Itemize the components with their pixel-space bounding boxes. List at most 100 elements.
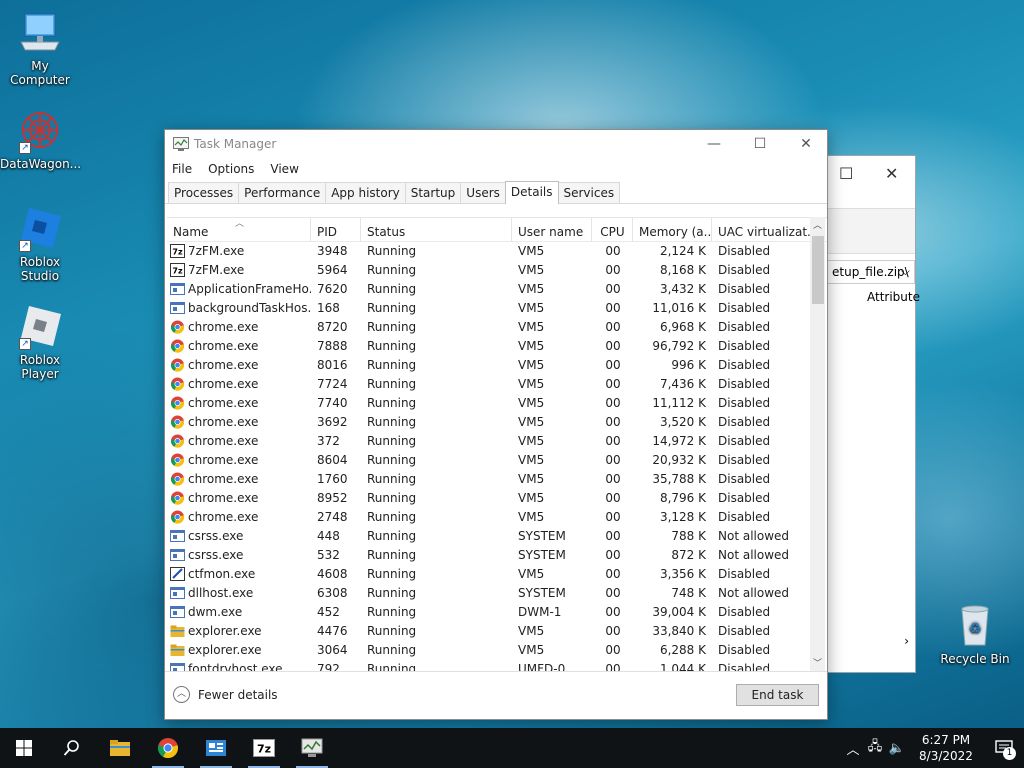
tab-processes[interactable]: Processes — [168, 182, 240, 203]
background-window-address-bar[interactable]: etup_file.zip\ ⌵ — [827, 260, 915, 284]
cell-status: Running — [367, 358, 417, 372]
table-row[interactable]: chrome.exe 8016 Running VM5 00 996 K Disabled — [167, 356, 827, 375]
table-row[interactable]: explorer.exe 4476 Running VM5 00 33,840 K Disa… — [167, 622, 827, 641]
cell-pid: 168 — [317, 301, 340, 315]
end-task-button[interactable]: End task — [736, 684, 819, 706]
process-name: chrome.exe — [188, 339, 259, 353]
chevron-down-icon[interactable]: ﹀ — [810, 657, 825, 672]
chrome-icon — [170, 415, 188, 429]
app-window-icon — [170, 605, 188, 619]
tab-users[interactable]: Users — [460, 182, 506, 203]
column-header-attribute[interactable]: Attribute — [867, 290, 920, 304]
menu-view[interactable]: View — [270, 158, 304, 182]
menu-file[interactable]: File — [172, 158, 198, 182]
desktop-icon-datawagon[interactable]: ↗ DataWagon... — [0, 108, 81, 171]
table-row[interactable]: chrome.exe 1760 Running VM5 00 35,788 K Disabl… — [167, 470, 827, 489]
taskbar-file-explorer[interactable] — [96, 728, 144, 768]
table-row[interactable]: csrss.exe 448 Running SYSTEM 00 788 K Not allo… — [167, 527, 827, 546]
taskbar-app[interactable] — [192, 728, 240, 768]
desktop-icon-label: Roblox Player — [19, 353, 61, 381]
taskbar-task-manager[interactable] — [288, 728, 336, 768]
maximize-icon[interactable]: ☐ — [737, 130, 783, 158]
notification-center-button[interactable]: 1 — [984, 728, 1024, 768]
fewer-details-button[interactable]: ︿ Fewer details — [173, 686, 278, 703]
table-row[interactable]: explorer.exe 3064 Running VM5 00 6,288 K Disab… — [167, 641, 827, 660]
table-row[interactable]: chrome.exe 372 Running VM5 00 14,972 K Disable… — [167, 432, 827, 451]
desktop-icon-recycle-bin[interactable]: ♻ Recycle Bin — [935, 603, 1015, 666]
computer-icon — [17, 10, 63, 56]
column-header-cpu[interactable]: CPU — [592, 218, 633, 242]
roblox-studio-icon: ↗ — [17, 206, 63, 252]
table-row[interactable]: chrome.exe 7724 Running VM5 00 7,436 K Disable… — [167, 375, 827, 394]
maximize-icon[interactable]: ☐ — [839, 164, 853, 183]
process-name: 7zFM.exe — [188, 263, 245, 277]
cell-user-name: SYSTEM — [518, 548, 566, 562]
tab-startup[interactable]: Startup — [404, 182, 462, 203]
desktop-icon-roblox-player[interactable]: ↗ Roblox Player — [0, 304, 80, 381]
chevron-down-icon[interactable]: ⌵ — [901, 264, 910, 279]
chrome-icon — [170, 472, 188, 486]
table-row[interactable]: ApplicationFrameHo... 7620 Running VM5 00 3,4… — [167, 280, 827, 299]
table-row[interactable]: dwm.exe 452 Running DWM-1 00 39,004 K Disabled — [167, 603, 827, 622]
chevron-up-icon[interactable]: ︿ — [810, 219, 825, 234]
cell-status: Running — [367, 263, 417, 277]
table-row[interactable]: chrome.exe 8604 Running VM5 00 20,932 K Disabl… — [167, 451, 827, 470]
table-row[interactable]: chrome.exe 2748 Running VM5 00 3,128 K Disable… — [167, 508, 827, 527]
vertical-scrollbar[interactable]: ︿ ﹀ — [810, 217, 825, 672]
column-header-pid[interactable]: PID — [311, 218, 361, 242]
cell-pid: 1760 — [317, 472, 348, 486]
cell-memory: 996 K — [671, 358, 706, 372]
column-header-status[interactable]: Status — [361, 218, 512, 242]
chrome-icon — [170, 434, 188, 448]
network-icon[interactable]: 🖧 — [864, 737, 886, 759]
table-row[interactable]: backgroundTaskHos... 168 Running VM5 00 11,01… — [167, 299, 827, 318]
cell-uac: Disabled — [718, 491, 771, 505]
cell-status: Running — [367, 605, 417, 619]
menu-options[interactable]: Options — [208, 158, 260, 182]
tab-performance[interactable]: Performance — [238, 182, 327, 203]
close-icon[interactable]: ✕ — [885, 164, 898, 183]
clock[interactable]: 6:27 PM 8/3/2022 — [908, 732, 984, 764]
chevron-up-icon[interactable]: ︿ — [842, 739, 864, 758]
scrollbar-thumb[interactable] — [812, 236, 824, 304]
column-header-user-name[interactable]: User name — [512, 218, 592, 242]
table-row[interactable]: chrome.exe 8952 Running VM5 00 8,796 K Disable… — [167, 489, 827, 508]
close-icon[interactable]: ✕ — [783, 130, 829, 158]
app-window-icon — [170, 586, 188, 600]
table-row[interactable]: chrome.exe 7740 Running VM5 00 11,112 K Disabl… — [167, 394, 827, 413]
tab-details[interactable]: Details — [504, 181, 559, 204]
table-row[interactable]: ctfmon.exe 4608 Running VM5 00 3,356 K Disable… — [167, 565, 827, 584]
start-button[interactable] — [0, 728, 48, 768]
cell-uac: Disabled — [718, 282, 771, 296]
table-row[interactable]: chrome.exe 3692 Running VM5 00 3,520 K Disable… — [167, 413, 827, 432]
column-header-uac[interactable]: UAC virtualizat... — [712, 218, 812, 242]
table-row[interactable]: dllhost.exe 6308 Running SYSTEM 00 748 K Not a… — [167, 584, 827, 603]
notification-count-badge: 1 — [1003, 747, 1016, 760]
minimize-icon[interactable]: — — [691, 130, 737, 158]
table-row[interactable]: 7z 7zFM.exe 5964 Running VM5 00 8,168 K Disable… — [167, 261, 827, 280]
taskbar-chrome[interactable] — [144, 728, 192, 768]
column-header-memory[interactable]: Memory (a... — [633, 218, 712, 242]
app-window-icon — [170, 301, 188, 315]
cell-status: Running — [367, 415, 417, 429]
cell-memory: 96,792 K — [652, 339, 706, 353]
cell-cpu: 00 — [605, 472, 621, 486]
volume-icon[interactable]: 🔈 — [886, 741, 908, 756]
desktop-icon-my-computer[interactable]: My Computer — [0, 10, 80, 87]
cell-name: explorer.exe — [167, 641, 311, 660]
tab-app-history[interactable]: App history — [325, 182, 406, 203]
taskbar-7zip[interactable]: 7z — [240, 728, 288, 768]
taskbar: 7z ︿ 🖧 🔈 6:27 PM 8/3/2022 1 — [0, 728, 1024, 768]
cell-name: 7z 7zFM.exe — [167, 242, 311, 261]
table-row[interactable]: csrss.exe 532 Running SYSTEM 00 872 K Not allo… — [167, 546, 827, 565]
search-button[interactable] — [48, 728, 96, 768]
table-row[interactable]: chrome.exe 8720 Running VM5 00 6,968 K Disable… — [167, 318, 827, 337]
cell-status: Running — [367, 643, 417, 657]
chevron-right-icon[interactable]: › — [904, 634, 909, 648]
task-manager-titlebar[interactable]: Task Manager — ☐ ✕ — [165, 130, 827, 158]
tab-services[interactable]: Services — [557, 182, 621, 203]
task-manager-window[interactable]: Task Manager — ☐ ✕ File Options View Pro… — [164, 129, 828, 720]
table-row[interactable]: chrome.exe 7888 Running VM5 00 96,792 K Disabl… — [167, 337, 827, 356]
desktop-icon-roblox-studio[interactable]: ↗ Roblox Studio — [0, 206, 80, 283]
table-row[interactable]: 7z 7zFM.exe 3948 Running VM5 00 2,124 K Disable… — [167, 242, 827, 261]
